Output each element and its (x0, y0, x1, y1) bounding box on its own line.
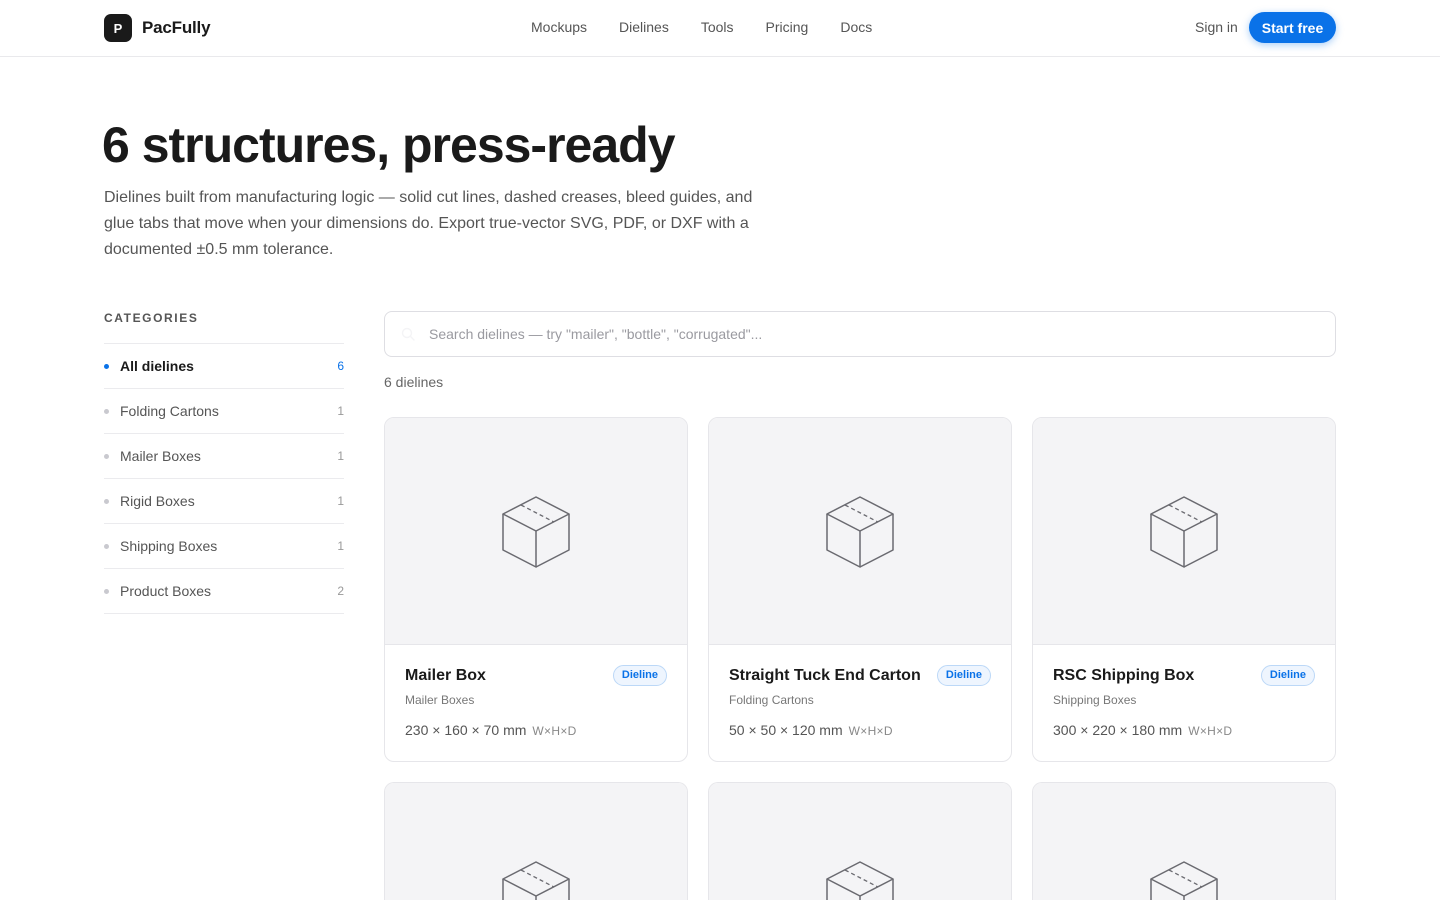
card-thumbnail (1033, 783, 1335, 900)
dimensions-unit: W×H×D (1188, 724, 1233, 738)
dimensions-value: 300 × 220 × 180 mm (1053, 722, 1183, 738)
top-navigation-bar: P PacFully Mockups Dielines Tools Pricin… (0, 0, 1440, 57)
box-icon (502, 861, 570, 900)
dieline-card[interactable] (384, 782, 688, 900)
box-icon (1150, 496, 1218, 568)
dieline-badge: Dieline (1260, 665, 1315, 686)
category-count: 1 (337, 494, 344, 508)
category-label: All dielines (120, 358, 194, 374)
card-title: RSC Shipping Box (1053, 667, 1195, 684)
nav-link-dielines[interactable]: Dielines (619, 19, 669, 35)
dimensions-unit: W×H×D (532, 724, 577, 738)
start-free-button[interactable]: Start free (1249, 12, 1336, 43)
card-thumbnail (709, 783, 1011, 900)
category-item-folding-cartons[interactable]: Folding Cartons 1 (104, 389, 344, 434)
brand-name: PacFully (142, 18, 211, 37)
dieline-card-rsc-shipping-box[interactable]: RSC Shipping Box Dieline Shipping Boxes … (1032, 417, 1336, 762)
bullet-dot (104, 498, 109, 504)
box-icon (826, 496, 894, 568)
dieline-card[interactable] (1032, 782, 1336, 900)
sign-in-link[interactable]: Sign in (1195, 19, 1238, 35)
search-input[interactable] (429, 312, 1319, 356)
category-label: Mailer Boxes (120, 448, 201, 464)
card-dimensions: 50 × 50 × 120 mm W×H×D (729, 722, 893, 738)
category-count: 2 (337, 584, 344, 598)
card-thumbnail (1033, 418, 1335, 645)
dieline-badge: Dieline (612, 665, 667, 686)
category-count: 6 (337, 359, 344, 373)
page-description: Dielines built from manufacturing logic … (104, 189, 753, 258)
nav-link-tools[interactable]: Tools (701, 19, 734, 35)
card-category: Mailer Boxes (405, 693, 475, 707)
category-count: 1 (337, 449, 344, 463)
bullet-dot (104, 408, 109, 414)
card-dimensions: 230 × 160 × 70 mm W×H×D (405, 722, 577, 738)
nav-link-docs[interactable]: Docs (840, 19, 872, 35)
card-thumbnail (385, 783, 687, 900)
dimensions-value: 50 × 50 × 120 mm (729, 722, 843, 738)
card-title: Mailer Box (405, 667, 486, 684)
dimensions-unit: W×H×D (848, 724, 893, 738)
category-item-product-boxes[interactable]: Product Boxes 2 (104, 569, 344, 614)
category-item-all-dielines[interactable]: All dielines 6 (104, 344, 344, 389)
bullet-dot (104, 543, 109, 549)
card-title: Straight Tuck End Carton (729, 667, 921, 684)
category-count: 1 (337, 404, 344, 418)
main-nav: Mockups Dielines Tools Pricing Docs (531, 19, 904, 35)
bullet-dot (104, 588, 109, 594)
card-thumbnail (709, 418, 1011, 645)
nav-link-mockups[interactable]: Mockups (531, 19, 587, 35)
category-label: Rigid Boxes (120, 493, 195, 509)
nav-link-pricing[interactable]: Pricing (766, 19, 809, 35)
dieline-card-straight-tuck-end-carton[interactable]: Straight Tuck End Carton Dieline Folding… (708, 417, 1012, 762)
box-icon (826, 861, 894, 900)
search-box (384, 311, 1336, 357)
category-item-shipping-boxes[interactable]: Shipping Boxes 1 (104, 524, 344, 569)
dieline-card[interactable] (708, 782, 1012, 900)
category-list: All dielines 6 Folding Cartons 1 Mailer … (104, 343, 344, 614)
dieline-card-mailer-box[interactable]: Mailer Box Dieline Mailer Boxes 230 × 16… (384, 417, 688, 762)
category-label: Product Boxes (120, 583, 212, 599)
results-count: 6 dielines (384, 374, 444, 390)
card-category: Shipping Boxes (1053, 693, 1137, 707)
card-thumbnail (385, 418, 687, 645)
categories-heading: CATEGORIES (104, 311, 199, 325)
box-icon (1150, 861, 1218, 900)
brand-logo-link[interactable]: P PacFully (104, 14, 211, 42)
category-count: 1 (337, 539, 344, 553)
dimensions-value: 230 × 160 × 70 mm (405, 722, 527, 738)
page-title: 6 structures, press-ready (102, 117, 676, 173)
dieline-badge: Dieline (936, 665, 991, 686)
card-dimensions: 300 × 220 × 180 mm W×H×D (1053, 722, 1232, 738)
search-icon (401, 327, 415, 341)
category-label: Shipping Boxes (120, 538, 218, 554)
card-category: Folding Cartons (729, 693, 814, 707)
category-item-rigid-boxes[interactable]: Rigid Boxes 1 (104, 479, 344, 524)
category-item-mailer-boxes[interactable]: Mailer Boxes 1 (104, 434, 344, 479)
box-icon (502, 496, 570, 568)
category-label: Folding Cartons (120, 403, 219, 419)
brand-mark-icon: P (104, 14, 132, 42)
active-indicator-dot (104, 363, 109, 369)
bullet-dot (104, 453, 109, 459)
